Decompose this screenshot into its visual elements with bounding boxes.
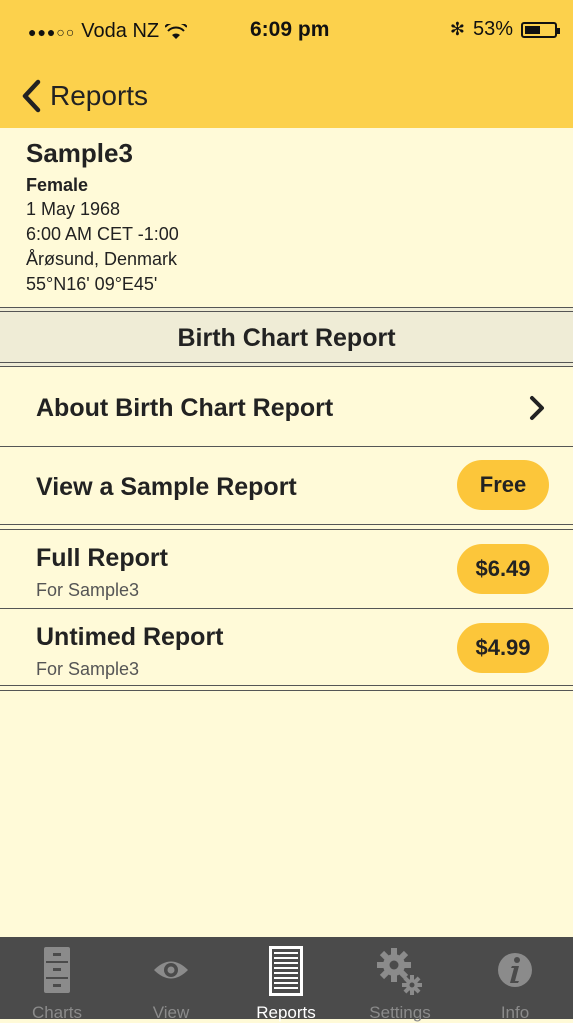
tab-charts[interactable]: Charts [0,937,114,1022]
tab-bar: Charts View Reports Settings Info [0,937,573,1022]
tab-view-label: View [152,1003,190,1022]
header-bar: ●●●○○ Voda NZ 6:09 pm ✻ 53% Reports [0,0,573,128]
tab-charts-label: Charts [31,1003,83,1022]
full-report-subtitle: For Sample3 [36,580,140,600]
status-bar: ●●●○○ Voda NZ 6:09 pm ✻ 53% [0,0,573,64]
about-report-row[interactable]: About Birth Chart Report [0,371,573,445]
wifi-icon [165,23,188,39]
double-divider [0,685,573,691]
tab-settings-label: Settings [369,1003,431,1022]
untimed-report-row[interactable]: Untimed Report For Sample3 $4.99 [0,609,573,685]
profile-birth-time: 6:00 AM CET -1:00 [26,224,179,244]
status-time: 6:09 pm [250,18,330,41]
battery-percent: 53% [472,18,513,40]
carrier-info: ●●●○○ Voda NZ [28,20,188,43]
full-report-label: Full Report [36,544,168,572]
bluetooth-icon: ✻ [449,19,465,39]
eye-icon [154,961,188,979]
full-report-price-button[interactable]: $6.49 [457,544,549,594]
navigation-bar: Reports [0,64,573,128]
back-button[interactable]: Reports [20,64,148,128]
section-title: Birth Chart Report [177,324,396,352]
document-icon [269,946,303,996]
tab-info-label: Info [500,1003,530,1022]
tab-reports-label: Reports [256,1003,316,1022]
profile-info: Sample3 Female 1 May 1968 6:00 AM CET -1… [26,138,179,297]
profile-birth-date: 1 May 1968 [26,199,121,219]
chevron-left-icon [22,79,41,113]
signal-strength-icon: ●●●○○ [28,23,76,40]
untimed-report-label: Untimed Report [36,623,224,651]
profile-coordinates: 55°N16' 09°E45' [26,274,158,294]
sample-report-label: View a Sample Report [36,473,297,501]
gears-icon [377,948,422,995]
untimed-report-price-button[interactable]: $4.99 [457,623,549,673]
sample-report-row[interactable]: View a Sample Report Free [0,447,573,523]
battery-icon [521,21,560,38]
profile-name: Sample3 [26,138,133,168]
full-report-row[interactable]: Full Report For Sample3 $6.49 [0,530,573,608]
about-report-label: About Birth Chart Report [36,394,334,422]
info-icon [498,953,532,987]
section-header: Birth Chart Report [0,307,573,367]
carrier-name: Voda NZ [81,20,160,42]
profile-birth-place: Årøsund, Denmark [26,249,178,269]
cabinet-icon [44,947,70,993]
status-right: ✻ 53% [449,18,560,41]
profile-sex: Female [26,175,89,195]
free-button[interactable]: Free [457,460,549,510]
tab-view[interactable]: View [114,937,228,1022]
untimed-report-subtitle: For Sample3 [36,659,140,679]
chevron-right-icon [530,396,544,420]
tab-info[interactable]: Info [458,937,572,1022]
tab-reports[interactable]: Reports [229,937,343,1022]
back-button-label: Reports [50,80,149,111]
tab-settings[interactable]: Settings [343,937,457,1022]
